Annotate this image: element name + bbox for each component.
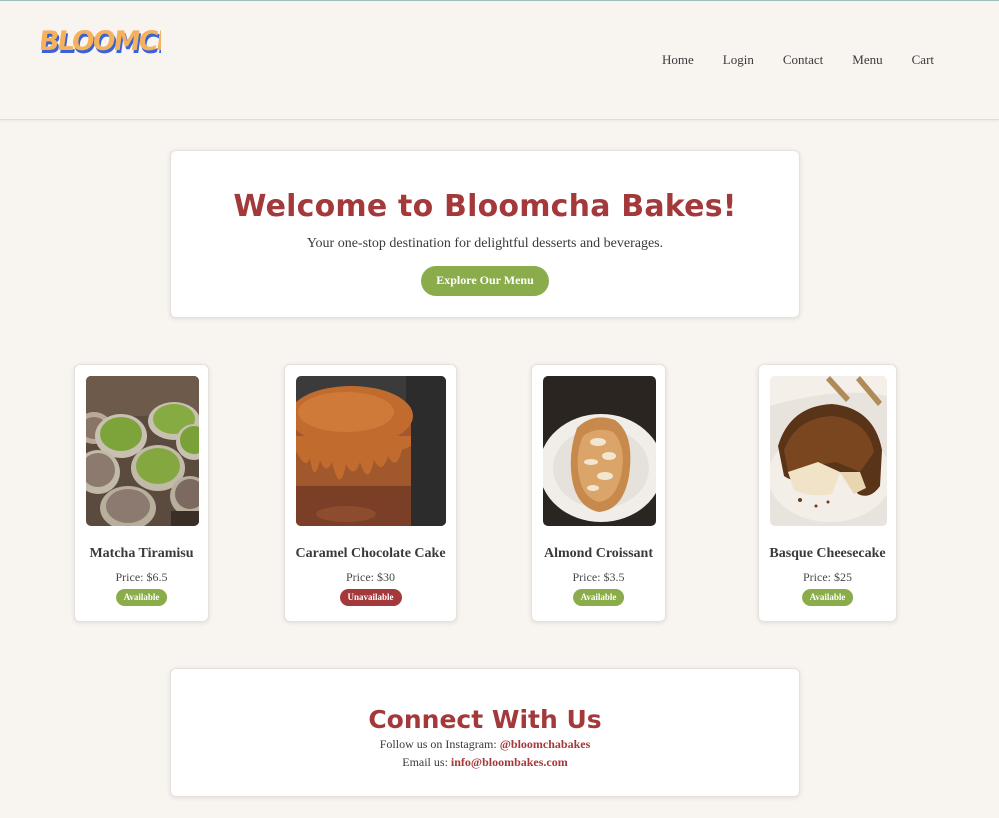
- product-price: Price: $25: [803, 570, 852, 584]
- main-nav: Home Login Contact Menu Cart: [662, 52, 963, 68]
- nav-contact[interactable]: Contact: [783, 52, 823, 68]
- product-name: Basque Cheesecake: [769, 546, 886, 561]
- basque-cheesecake-image: [770, 376, 887, 526]
- email-link[interactable]: info@bloombakes.com: [451, 755, 568, 769]
- instagram-line: Follow us on Instagram: @bloomchabakes: [171, 737, 799, 752]
- welcome-title: Welcome to Bloomcha Bakes!: [233, 189, 737, 224]
- matcha-tiramisu-image: [86, 376, 199, 526]
- product-price: Price: $30: [346, 570, 395, 584]
- bloomcha-logo[interactable]: BLOOMCHA BLOOMCHA: [41, 19, 161, 65]
- almond-croissant-image: [543, 376, 656, 526]
- status-badge: Available: [115, 589, 168, 606]
- welcome-section: Welcome to Bloomcha Bakes! Your one-stop…: [170, 150, 800, 318]
- email-label: Email us:: [402, 755, 451, 769]
- welcome-subtitle: Your one-stop destination for delightful…: [306, 236, 664, 251]
- product-price: Price: $3.5: [572, 570, 625, 584]
- caramel-chocolate-cake-image: [296, 376, 446, 526]
- product-card[interactable]: Basque Cheesecake Price: $25 Available: [758, 364, 897, 622]
- contact-title: Connect With Us: [368, 705, 602, 734]
- instagram-label: Follow us on Instagram:: [379, 737, 500, 751]
- status-badge: Available: [801, 589, 854, 606]
- product-name: Matcha Tiramisu: [89, 546, 194, 561]
- product-price: Price: $6.5: [115, 570, 168, 584]
- contact-section: Connect With Us Follow us on Instagram: …: [170, 668, 800, 797]
- product-name: Almond Croissant: [543, 546, 654, 561]
- email-line: Email us: info@bloombakes.com: [171, 755, 799, 770]
- explore-menu-button[interactable]: Explore Our Menu: [421, 266, 549, 296]
- svg-text:BLOOMCHA: BLOOMCHA: [41, 26, 161, 57]
- status-badge: Unavailable: [339, 589, 402, 606]
- nav-login[interactable]: Login: [723, 52, 754, 68]
- nav-home[interactable]: Home: [662, 52, 694, 68]
- site-header: BLOOMCHA BLOOMCHA Home Login Contact Men…: [0, 1, 999, 120]
- product-card[interactable]: Matcha Tiramisu Price: $6.5 Available: [74, 364, 209, 622]
- product-name: Caramel Chocolate Cake: [295, 546, 446, 561]
- nav-cart[interactable]: Cart: [912, 52, 934, 68]
- instagram-link[interactable]: @bloomchabakes: [500, 737, 591, 751]
- product-card[interactable]: Almond Croissant Price: $3.5 Available: [531, 364, 666, 622]
- nav-menu[interactable]: Menu: [852, 52, 882, 68]
- product-card[interactable]: Caramel Chocolate Cake Price: $30 Unavai…: [284, 364, 457, 622]
- status-badge: Available: [572, 589, 625, 606]
